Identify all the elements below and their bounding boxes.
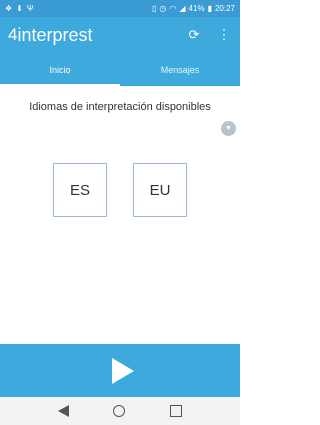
wifi-icon: ◠ [169, 3, 177, 13]
app-bar-actions: ⟳ ⋮ [186, 27, 232, 43]
alarm-icon: ◷ [159, 3, 167, 13]
status-time: 20:27 [214, 4, 235, 13]
vibrate-icon: ▯ [152, 3, 157, 13]
battery-icon: ▮ [207, 3, 212, 13]
app-logo: 4 interprest [8, 25, 93, 46]
status-bar: ❖ ⬇ Ψ ▯ ◷ ◠ ◢ 41% ▮ 20:27 [0, 0, 240, 17]
signal-icon: ◢ [179, 3, 186, 13]
back-icon[interactable] [58, 405, 70, 417]
arrow-down-icon[interactable]: ▼ [221, 121, 236, 136]
status-right-icons: ▯ ◷ ◠ ◢ 41% ▮ 20:27 [152, 4, 235, 13]
language-list: ES EU [0, 163, 240, 217]
language-button-eu[interactable]: EU [133, 163, 187, 217]
home-icon[interactable] [113, 405, 126, 417]
logo-mark: 4 [8, 25, 18, 44]
refresh-icon[interactable]: ⟳ [186, 27, 202, 43]
system-nav-bar [0, 397, 240, 425]
battery-percent: 41% [188, 4, 205, 13]
play-button[interactable] [0, 344, 240, 397]
usb-icon: Ψ [26, 3, 34, 13]
tab-mensajes[interactable]: Mensajes [120, 53, 240, 86]
play-icon [112, 357, 134, 384]
language-button-es[interactable]: ES [53, 163, 107, 217]
tab-bar: Inicio Mensajes [0, 53, 240, 86]
recents-icon[interactable] [169, 405, 182, 417]
download-icon: ⬇ [16, 3, 23, 13]
more-vertical-icon[interactable]: ⋮ [216, 27, 232, 43]
main-content: Idiomas de interpretación disponibles ▼ … [0, 86, 240, 344]
dropbox-icon: ❖ [5, 3, 13, 13]
status-left-icons: ❖ ⬇ Ψ [5, 3, 34, 13]
page-heading: Idiomas de interpretación disponibles [29, 101, 211, 113]
app-bar: 4 interprest ⟳ ⋮ [0, 17, 240, 53]
tab-inicio[interactable]: Inicio [0, 53, 120, 86]
logo-text: interprest [17, 24, 93, 45]
screen: ❖ ⬇ Ψ ▯ ◷ ◠ ◢ 41% ▮ 20:27 4 interprest ⟳… [0, 0, 240, 425]
